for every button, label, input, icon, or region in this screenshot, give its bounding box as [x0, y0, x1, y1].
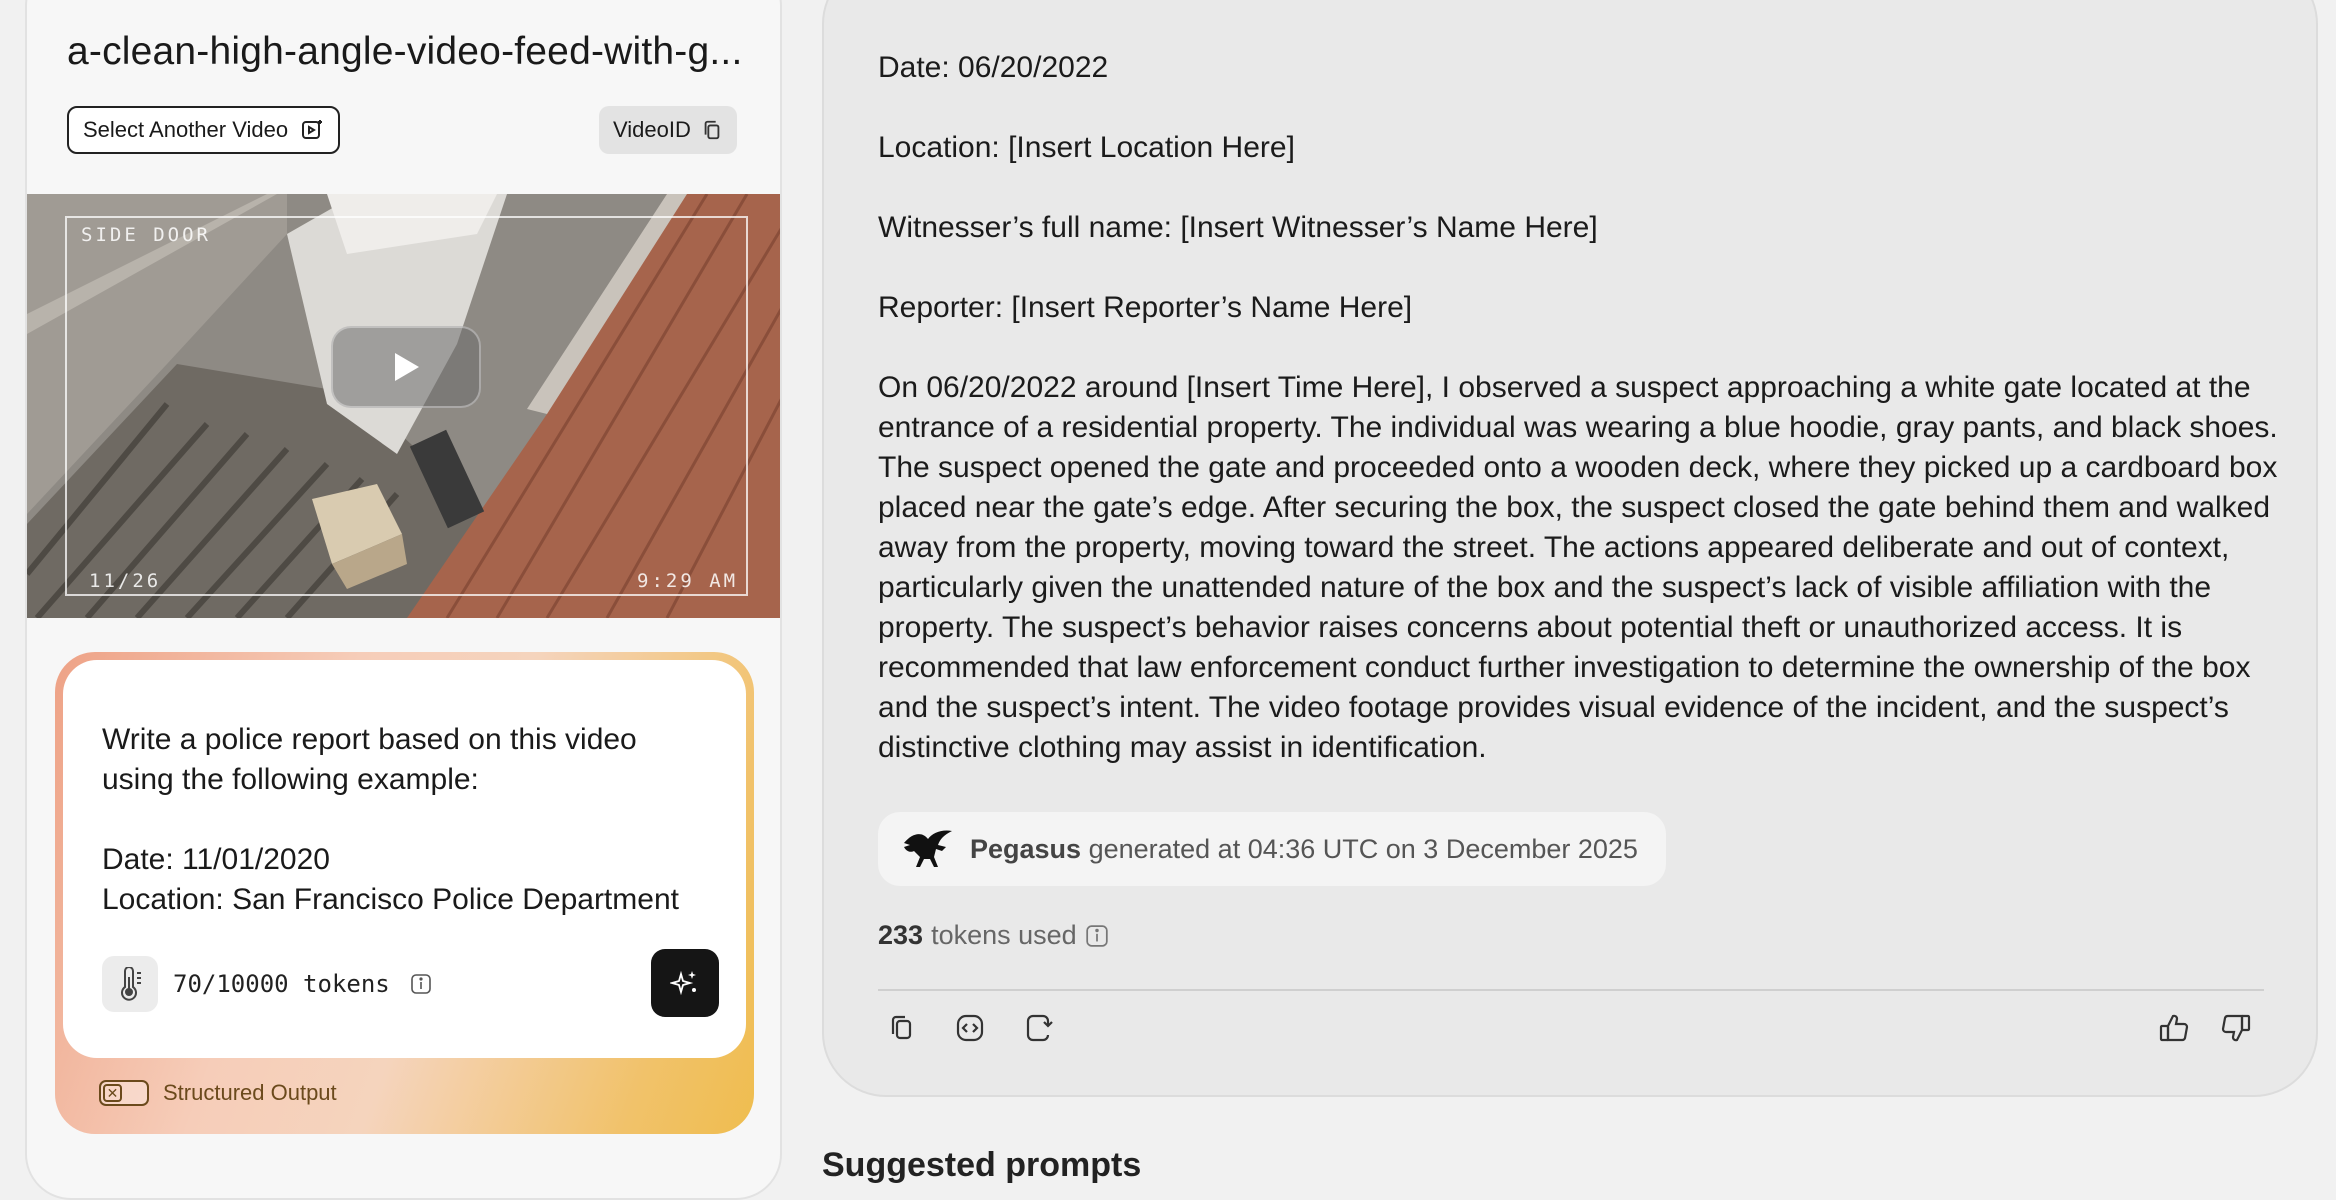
copy-icon: [704, 120, 720, 140]
thumbs-up-icon[interactable]: [2158, 1012, 2190, 1044]
overlay-time: 9:29 AM: [637, 570, 739, 592]
structured-output-label: Structured Output: [163, 1080, 337, 1105]
video-player[interactable]: SIDE DOOR 11/26 9:29 AM: [27, 194, 780, 618]
overlay-date: 11/26: [89, 570, 162, 592]
token-usage: 233 tokens used: [878, 920, 1109, 951]
pegasus-logo-icon: [904, 830, 952, 867]
video-id-label: VideoID: [613, 117, 691, 142]
divider: [878, 989, 2264, 991]
report-reporter: Reporter: [Insert Reporter’s Name Here]: [878, 291, 1413, 324]
report-body: On 06/20/2022 around [Insert Time Here],…: [878, 371, 2278, 764]
token-count-text: 70/10000 tokens: [173, 970, 390, 998]
report-location: Location: [Insert Location Here]: [878, 131, 1295, 164]
prompt-card: Write a police report based on this vide…: [63, 660, 746, 1058]
select-button-label: Select Another Video: [83, 117, 289, 142]
model-name: Pegasus: [970, 833, 1082, 864]
copy-icon[interactable]: [886, 1012, 918, 1044]
generated-timestamp: generated at 04:36 UTC on 3 December 202…: [1088, 833, 1638, 864]
code-icon[interactable]: [954, 1012, 986, 1044]
feedback-actions: [2158, 1012, 2252, 1044]
sparkle-icon: [670, 970, 696, 996]
video-id-button[interactable]: VideoID: [599, 106, 737, 154]
tokens-used-count: 233: [878, 920, 924, 950]
regenerate-icon[interactable]: [1022, 1012, 1054, 1044]
suggested-prompts-heading: Suggested prompts: [822, 1146, 1142, 1184]
thermometer-icon: [121, 967, 141, 1001]
prompt-input[interactable]: Write a police report based on this vide…: [102, 720, 712, 920]
response-panel: Date: 06/20/2022 Location: [Insert Locat…: [822, 0, 2318, 1097]
report-witness: Witnesser’s full name: [Insert Witnesser…: [878, 211, 1598, 244]
select-another-video-button[interactable]: Select Another Video: [67, 106, 341, 154]
report-date: Date: 06/20/2022: [878, 51, 1109, 84]
info-icon[interactable]: [1085, 924, 1109, 948]
thumbs-down-icon[interactable]: [2220, 1012, 2252, 1044]
prompt-container: Write a police report based on this vide…: [55, 652, 754, 1134]
toggle-switch[interactable]: ✕: [99, 1080, 149, 1106]
info-icon[interactable]: [410, 973, 432, 995]
video-select-icon: [302, 120, 323, 139]
video-title: a-clean-high-angle-video-feed-with-g...: [67, 30, 743, 73]
model-info-badge: Pegasus generated at 04:36 UTC on 3 Dece…: [878, 812, 1666, 886]
response-text: Date: 06/20/2022 Location: [Insert Locat…: [878, 48, 2278, 768]
camera-label: SIDE DOOR: [81, 224, 211, 246]
generate-button[interactable]: [651, 949, 719, 1017]
toggle-off-icon: ✕: [103, 1084, 122, 1102]
structured-output-toggle[interactable]: ✕ Structured Output: [99, 1080, 337, 1106]
play-button[interactable]: [331, 326, 481, 408]
temperature-button[interactable]: [102, 956, 158, 1012]
response-actions: [886, 1012, 1054, 1044]
video-panel: a-clean-high-angle-video-feed-with-g... …: [25, 0, 782, 1200]
token-counter: 70/10000 tokens: [173, 970, 432, 998]
play-icon: [395, 353, 419, 381]
tokens-used-label: tokens used: [931, 920, 1077, 950]
